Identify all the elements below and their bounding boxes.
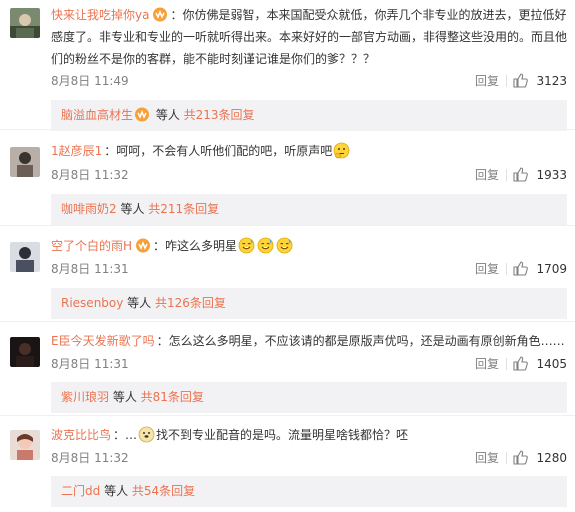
- comment-text: ：怎么这么多明星，不应该请的都是原版声优吗，还是动画有原创新角色……: [156, 334, 565, 348]
- sub-reply-middle: 等人: [123, 296, 155, 310]
- like-button[interactable]: 1709: [511, 259, 567, 279]
- reply-button[interactable]: 回复: [475, 71, 499, 91]
- comment-time: 8月8日 11:31: [51, 262, 129, 276]
- avatar[interactable]: [10, 242, 40, 272]
- like-button[interactable]: 1933: [511, 165, 567, 185]
- comment-item: 空了个白的雨H ：咋这么多明星 8月8日 11:31 回复 1709 Riesen…: [0, 227, 575, 322]
- divider: [506, 169, 507, 181]
- sub-reply-username[interactable]: 紫川琅羽: [61, 390, 109, 404]
- comment-time: 8月8日 11:49: [51, 74, 129, 88]
- comment-text: 们的粉丝不是你的客群，能不能时刻谨记谁是你们的爹？？？: [51, 52, 376, 66]
- like-count: 1405: [536, 357, 567, 371]
- comment-item: 快来让我吃掉你ya ：你仿佛是弱智，本来国配受众就低，你弄几个非专业的放进去，更拉…: [0, 0, 575, 131]
- view-replies-link[interactable]: 共211条回复: [148, 202, 219, 216]
- comment-username[interactable]: E臣今天发新歌了吗: [51, 334, 155, 348]
- sub-reply-middle: 等人: [109, 390, 141, 404]
- like-count: 1280: [536, 451, 567, 465]
- vip-badge-icon: [153, 7, 168, 22]
- comment-text: ：…: [113, 428, 138, 442]
- doge-emoji-icon: [138, 426, 155, 443]
- comment-text: 找不到专业配音的是吗。流量明星啥钱都恰？呸: [156, 428, 409, 442]
- avatar[interactable]: [10, 337, 40, 367]
- avatar[interactable]: [10, 430, 40, 460]
- comment-text: ：呵呵，不会有人听他们配的吧，听原声吧: [104, 144, 333, 158]
- comment-username[interactable]: 空了个白的雨H: [51, 239, 132, 253]
- avatar[interactable]: [10, 147, 40, 177]
- vip-badge-icon: [135, 107, 150, 122]
- reply-button[interactable]: 回复: [475, 259, 499, 279]
- sub-reply-middle: 等人: [116, 202, 149, 216]
- sub-reply-username[interactable]: 脑溢血高材生: [61, 108, 133, 122]
- like-button[interactable]: 1280: [511, 448, 567, 468]
- thumbs-up-icon: [513, 167, 528, 182]
- comment-item: 1赵彦辰1 ：呵呵，不会有人听他们配的吧，听原声吧 8月8日 11:32 回复 1…: [0, 132, 575, 226]
- comment-time: 8月8日 11:32: [51, 168, 129, 182]
- sub-reply-summary[interactable]: Riesenboy 等人 共126条回复: [51, 288, 567, 319]
- comment-item: 波克比比鸟：… 找不到专业配音的是吗。流量明星啥钱都恰？呸 8月8日 11:32 …: [0, 416, 575, 512]
- like-count: 1933: [536, 168, 567, 182]
- sub-reply-middle: 等人: [152, 108, 184, 122]
- vip-badge-icon: [136, 238, 151, 253]
- comment-text: ：咋这么多明星: [153, 239, 238, 253]
- like-count: 3123: [536, 74, 567, 88]
- sweat-smile-emoji-icon: [238, 237, 255, 254]
- like-button[interactable]: 1405: [511, 354, 567, 374]
- comment-text: 感度了。非专业和专业的一听就听得出来。本来好好的一部官方动画，非得整这些没用的。…: [51, 30, 568, 44]
- comment-username[interactable]: 波克比比鸟: [51, 428, 111, 442]
- like-count: 1709: [536, 262, 567, 276]
- thumbs-up-icon: [513, 356, 528, 371]
- divider: [506, 263, 507, 275]
- thumbs-up-icon: [513, 73, 528, 88]
- divider: [506, 452, 507, 464]
- sub-reply-summary[interactable]: 脑溢血高材生 等人 共213条回复: [51, 100, 567, 131]
- comment-item: E臣今天发新歌了吗 ：怎么这么多明星，不应该请的都是原版声优吗，还是动画有原创新角…: [0, 322, 575, 416]
- sub-reply-summary[interactable]: 二门dd 等人 共54条回复: [51, 476, 567, 507]
- comment-list: 快来让我吃掉你ya ：你仿佛是弱智，本来国配受众就低，你弄几个非专业的放进去，更拉…: [0, 0, 575, 512]
- sub-reply-username[interactable]: 二门dd: [61, 484, 100, 498]
- reply-button[interactable]: 回复: [475, 165, 499, 185]
- view-replies-link[interactable]: 共126条回复: [155, 296, 226, 310]
- comment-time: 8月8日 11:32: [51, 451, 129, 465]
- sweat-smile-emoji-icon: [276, 237, 293, 254]
- view-replies-link[interactable]: 共213条回复: [184, 108, 255, 122]
- thumbs-up-icon: [513, 450, 528, 465]
- sub-reply-summary[interactable]: 紫川琅羽 等人 共81条回复: [51, 382, 567, 413]
- like-button[interactable]: 3123: [511, 71, 567, 91]
- comment-time: 8月8日 11:31: [51, 357, 129, 371]
- thinking-emoji-icon: [333, 142, 350, 159]
- view-replies-link[interactable]: 共54条回复: [132, 484, 195, 498]
- sub-reply-username[interactable]: Riesenboy: [61, 296, 123, 310]
- sweat-smile-emoji-icon: [257, 237, 274, 254]
- divider: [506, 75, 507, 87]
- reply-button[interactable]: 回复: [475, 354, 499, 374]
- sub-reply-summary[interactable]: 咖啡雨奶2 等人 共211条回复: [51, 194, 567, 225]
- comment-text: ：你仿佛是弱智，本来国配受众就低，你弄几个非专业的放进去，更拉低好: [170, 8, 567, 22]
- view-replies-link[interactable]: 共81条回复: [141, 390, 204, 404]
- sub-reply-username[interactable]: 咖啡雨奶2: [61, 202, 117, 216]
- thumbs-up-icon: [513, 261, 528, 276]
- comment-username[interactable]: 快来让我吃掉你ya: [51, 8, 149, 22]
- divider: [506, 358, 507, 370]
- avatar[interactable]: [10, 8, 40, 38]
- reply-button[interactable]: 回复: [475, 448, 499, 468]
- comment-username[interactable]: 1赵彦辰1: [51, 144, 102, 158]
- sub-reply-middle: 等人: [100, 484, 132, 498]
